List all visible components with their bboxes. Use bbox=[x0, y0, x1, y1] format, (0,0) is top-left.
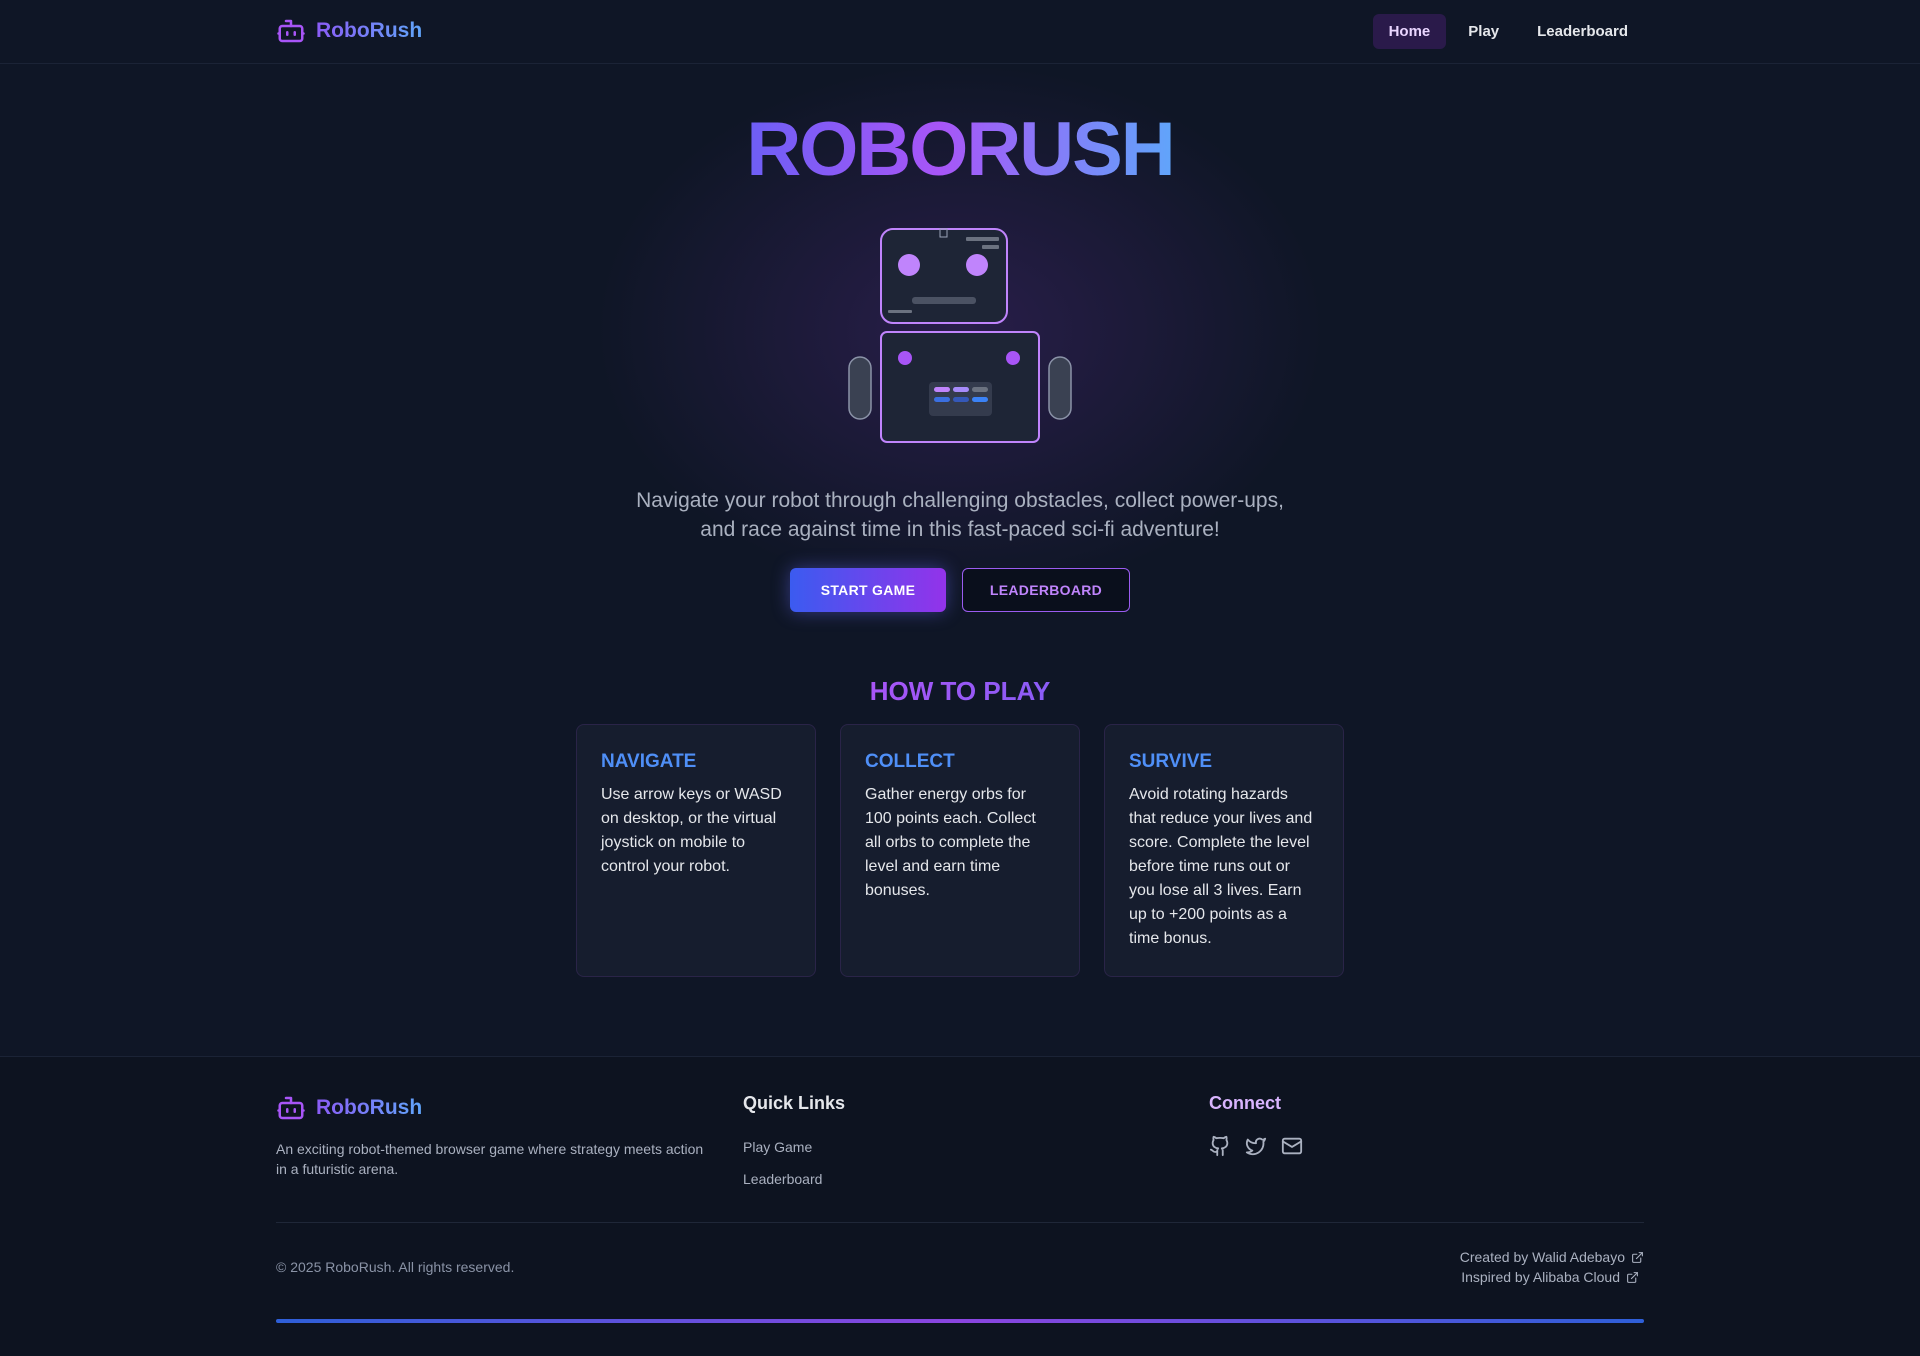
twitter-icon[interactable] bbox=[1245, 1135, 1267, 1157]
credit-inspiration-text: Inspired by Alibaba Cloud bbox=[1461, 1269, 1620, 1285]
nav-link-leaderboard[interactable]: Leaderboard bbox=[1521, 14, 1644, 49]
card-survive: SURVIVE Avoid rotating hazards that redu… bbox=[1104, 724, 1344, 977]
card-text: Avoid rotating hazards that reduce your … bbox=[1129, 786, 1313, 947]
nav-link-home[interactable]: Home bbox=[1372, 14, 1447, 49]
hero-tagline: Navigate your robot through challenging … bbox=[560, 486, 1360, 544]
footer-divider bbox=[276, 1222, 1644, 1223]
card-title: NAVIGATE bbox=[601, 751, 697, 772]
card-collect: COLLECT Gather energy orbs for 100 point… bbox=[840, 724, 1080, 977]
tagline-line-2: and race against time in this fast-paced… bbox=[700, 518, 1220, 541]
brand-logo[interactable]: RoboRush bbox=[276, 16, 422, 46]
brand-name: RoboRush bbox=[316, 19, 423, 42]
external-link-icon bbox=[1627, 1271, 1638, 1283]
footer-accent-line bbox=[276, 1319, 1644, 1323]
credit-inspiration-link[interactable]: Inspired by Alibaba Cloud bbox=[1461, 1269, 1639, 1285]
footer-description: An exciting robot-themed browser game wh… bbox=[276, 1141, 704, 1177]
robot-illustration bbox=[848, 228, 1072, 443]
nav-link-play[interactable]: Play bbox=[1452, 14, 1515, 49]
credit-creator-text: Created by Walid Adebayo bbox=[1459, 1249, 1625, 1265]
start-game-button[interactable]: START GAME bbox=[790, 568, 946, 612]
card-text: Use arrow keys or WASD on desktop, or th… bbox=[601, 786, 782, 875]
card-navigate: NAVIGATE Use arrow keys or WASD on deskt… bbox=[576, 724, 816, 977]
github-icon[interactable] bbox=[1209, 1135, 1231, 1157]
page: RoboRush Home Play Leaderboard ROBORUSH bbox=[0, 0, 1920, 1356]
footer-brand-name: RoboRush bbox=[316, 1096, 423, 1119]
nav-links: Home Play Leaderboard bbox=[1372, 14, 1644, 49]
footer-brand[interactable]: RoboRush bbox=[276, 1093, 422, 1123]
connect-title: Connect bbox=[1209, 1093, 1281, 1113]
robot-icon bbox=[277, 1096, 305, 1120]
copyright: © 2025 RoboRush. All rights reserved. bbox=[276, 1259, 515, 1275]
how-to-play-title: HOW TO PLAY bbox=[869, 676, 1051, 706]
mail-icon[interactable] bbox=[1281, 1135, 1303, 1157]
footer-link-play-game[interactable]: Play Game bbox=[743, 1139, 812, 1155]
footer: RoboRush An exciting robot-themed browse… bbox=[0, 1056, 1920, 1356]
quick-links-title: Quick Links bbox=[743, 1093, 846, 1113]
social-links bbox=[1209, 1135, 1303, 1157]
card-title: COLLECT bbox=[865, 751, 955, 772]
card-text: Gather energy orbs for 100 points each. … bbox=[865, 786, 1036, 899]
credit-creator-link[interactable]: Created by Walid Adebayo bbox=[1460, 1249, 1644, 1265]
card-title: SURVIVE bbox=[1129, 751, 1213, 772]
tagline-line-1: Navigate your robot through challenging … bbox=[636, 489, 1284, 512]
footer-link-leaderboard[interactable]: Leaderboard bbox=[743, 1171, 822, 1187]
leaderboard-button[interactable]: LEADERBOARD bbox=[962, 568, 1130, 612]
external-link-icon bbox=[1632, 1251, 1643, 1263]
robot-icon bbox=[277, 19, 305, 43]
hero-title: ROBORUSH bbox=[746, 107, 1175, 192]
top-nav: RoboRush Home Play Leaderboard bbox=[0, 0, 1920, 64]
